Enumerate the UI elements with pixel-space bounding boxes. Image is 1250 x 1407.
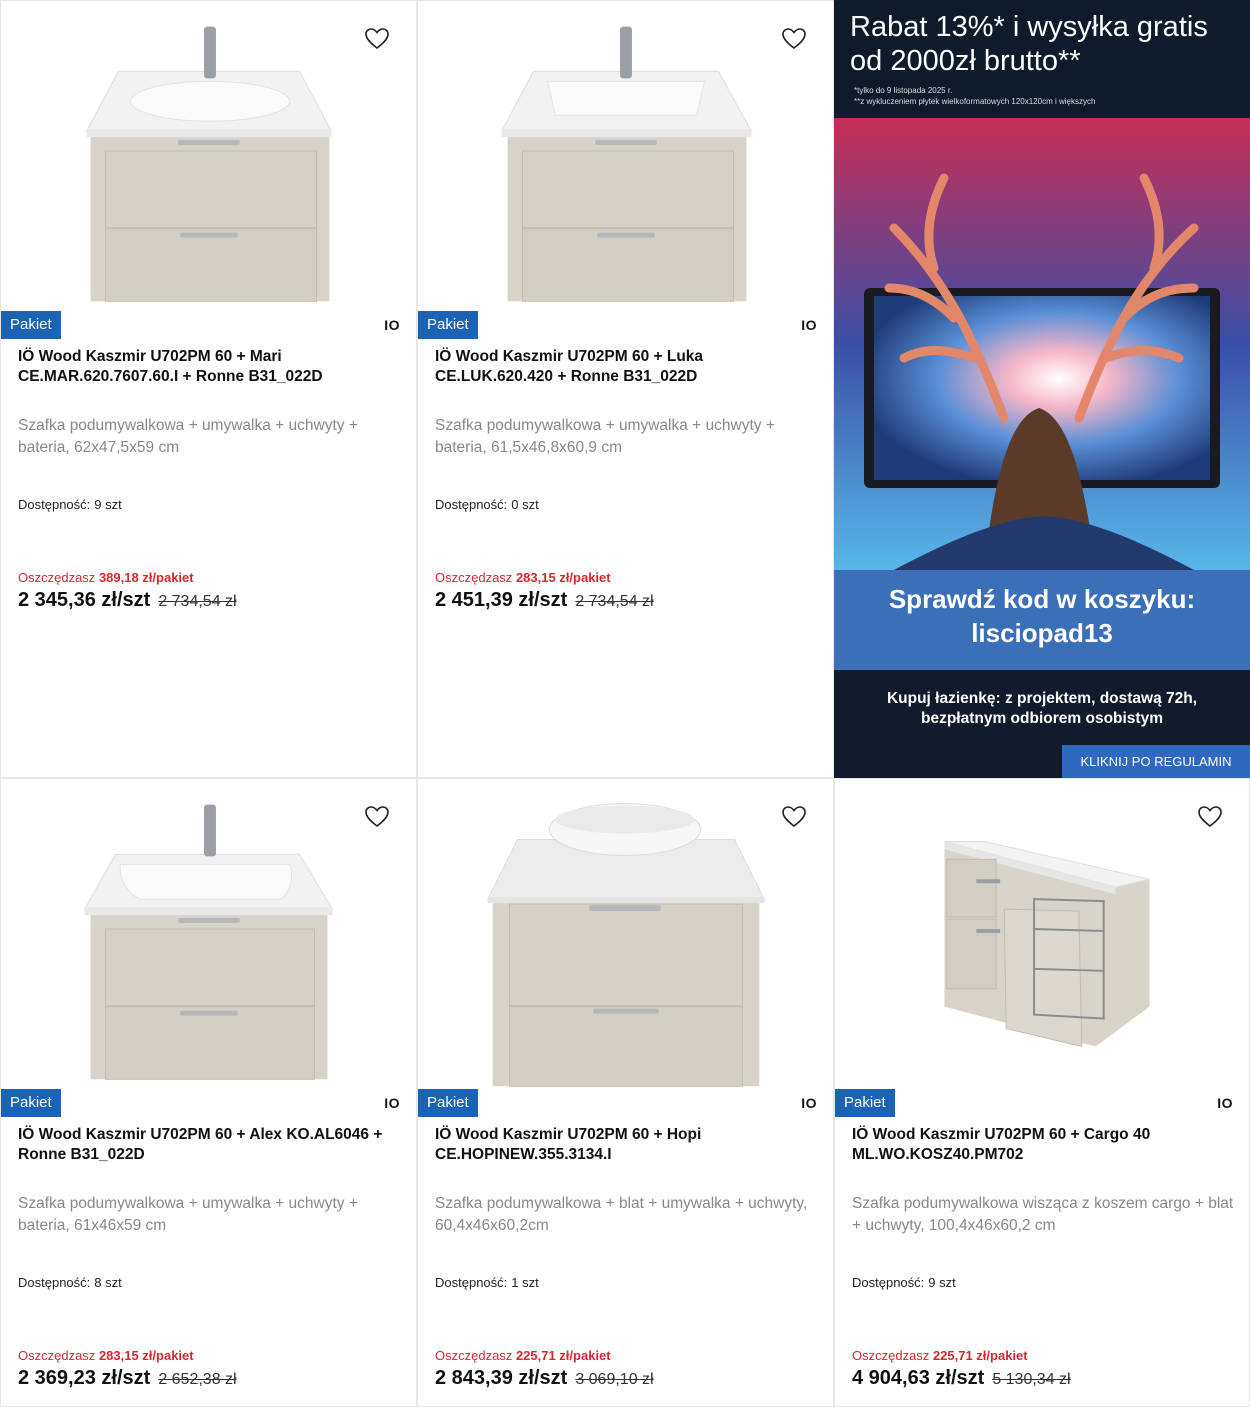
product-title[interactable]: IÖ Wood Kaszmir U702PM 60 + Luka CE.LUK.… <box>435 347 815 387</box>
availability-value: 1 szt <box>511 1275 539 1290</box>
availability: Dostępność: 1 szt <box>435 1275 539 1290</box>
product-description: Szafka podumywalkowa wisząca z koszem ca… <box>852 1195 1234 1234</box>
heart-icon[interactable] <box>364 27 390 51</box>
brand-logo: IO <box>801 1095 817 1111</box>
product-card[interactable]: Pakiet IO IÖ Wood Kaszmir U702PM 60 + Lu… <box>417 0 834 778</box>
availability: Dostępność: 8 szt <box>18 1275 122 1290</box>
savings: Oszczędzasz 225,71 zł/pakiet <box>435 1348 611 1363</box>
price: 2 843,39 zł/szt 3 069,10 zł <box>435 1367 654 1390</box>
banner-tagline: bezpłatnym odbiorem osobistym <box>920 710 1163 727</box>
old-price: 2 734,54 zł <box>158 593 237 610</box>
current-price: 2 843,39 zł/szt <box>435 1367 568 1389</box>
brand-logo: IO <box>384 317 400 333</box>
package-badge: Pakiet <box>418 311 478 339</box>
banner-code: lisciopad13 <box>971 618 1113 648</box>
savings: Oszczędzasz 225,71 zł/pakiet <box>852 1348 1028 1363</box>
product-title[interactable]: IÖ Wood Kaszmir U702PM 60 + Alex KO.AL60… <box>18 1125 398 1165</box>
product-grid: Pakiet IO IÖ Wood Kaszmir U702PM 60 + Ma… <box>0 0 1250 1407</box>
product-card[interactable]: Pakiet IO IÖ Wood Kaszmir U702PM 60 + Ma… <box>0 0 417 778</box>
savings-label: Oszczędzasz <box>18 1348 96 1363</box>
availability-label: Dostępność: <box>435 497 508 512</box>
savings-label: Oszczędzasz <box>852 1348 930 1363</box>
availability-value: 8 szt <box>94 1275 122 1290</box>
price: 4 904,63 zł/szt 5 130,34 zł <box>852 1367 1071 1390</box>
old-price: 2 734,54 zł <box>575 593 654 610</box>
savings-label: Oszczędzasz <box>18 570 96 585</box>
savings: Oszczędzasz 283,15 zł/pakiet <box>18 1348 194 1363</box>
heart-icon[interactable] <box>781 27 807 51</box>
product-description: Szafka podumywalkowa + umywalka + uchwyt… <box>18 1195 358 1234</box>
product-image[interactable] <box>1 1 416 309</box>
current-price: 2 369,23 zł/szt <box>18 1367 151 1389</box>
banner-code-label: Sprawdź kod w koszyku: <box>888 584 1196 614</box>
brand-logo: IO <box>1217 1095 1233 1111</box>
availability: Dostępność: 9 szt <box>18 497 122 512</box>
product-card[interactable]: Pakiet IO IÖ Wood Kaszmir U702PM 60 + Ca… <box>834 778 1250 1407</box>
product-description: Szafka podumywalkowa + blat + umywalka +… <box>435 1195 808 1234</box>
availability-label: Dostępność: <box>18 1275 91 1290</box>
product-image[interactable] <box>418 1 833 309</box>
savings-value: 225,71 zł/pakiet <box>515 1348 611 1363</box>
current-price: 2 451,39 zł/szt <box>435 589 568 611</box>
brand-logo: IO <box>384 1095 400 1111</box>
banner-tagline: Kupuj łazienkę: z projektem, dostawą 72h… <box>886 690 1198 707</box>
heart-icon[interactable] <box>1197 805 1223 829</box>
product-card[interactable]: Pakiet IO IÖ Wood Kaszmir U702PM 60 + Ho… <box>417 778 834 1407</box>
availability: Dostępność: 9 szt <box>852 1275 956 1290</box>
promo-banner[interactable]: Rabat 13%* i wysyłka gratis od 2000zł br… <box>834 0 1250 778</box>
availability-value: 0 szt <box>511 497 539 512</box>
savings-label: Oszczędzasz <box>435 1348 513 1363</box>
banner-headline: Rabat 13%* i wysyłka gratis od 2000zł br… <box>850 11 1208 77</box>
savings-value: 389,18 zł/pakiet <box>98 570 194 585</box>
banner-image <box>834 118 1250 570</box>
availability-label: Dostępność: <box>18 497 91 512</box>
price: 2 451,39 zł/szt 2 734,54 zł <box>435 589 654 612</box>
product-title[interactable]: IÖ Wood Kaszmir U702PM 60 + Hopi CE.HOPI… <box>435 1125 815 1165</box>
old-price: 2 652,38 zł <box>158 1371 237 1388</box>
savings-label: Oszczędzasz <box>435 570 513 585</box>
heart-icon[interactable] <box>781 805 807 829</box>
product-title[interactable]: IÖ Wood Kaszmir U702PM 60 + Mari CE.MAR.… <box>18 347 398 387</box>
old-price: 3 069,10 zł <box>575 1371 654 1388</box>
availability: Dostępność: 0 szt <box>435 497 539 512</box>
price: 2 369,23 zł/szt 2 652,38 zł <box>18 1367 237 1390</box>
product-title[interactable]: IÖ Wood Kaszmir U702PM 60 + Cargo 40 ML.… <box>852 1125 1232 1165</box>
product-description: Szafka podumywalkowa + umywalka + uchwyt… <box>18 417 358 456</box>
savings-value: 283,15 zł/pakiet <box>515 570 611 585</box>
price: 2 345,36 zł/szt 2 734,54 zł <box>18 589 237 612</box>
availability-label: Dostępność: <box>435 1275 508 1290</box>
product-image[interactable] <box>835 779 1249 1087</box>
package-badge: Pakiet <box>1 311 61 339</box>
product-card[interactable]: Pakiet IO IÖ Wood Kaszmir U702PM 60 + Al… <box>0 778 417 1407</box>
brand-logo: IO <box>801 317 817 333</box>
package-badge: Pakiet <box>835 1089 895 1117</box>
banner-note: *tylko do 9 listopada 2025 r. <box>854 86 953 95</box>
old-price: 5 130,34 zł <box>992 1371 1071 1388</box>
savings: Oszczędzasz 389,18 zł/pakiet <box>18 570 194 585</box>
savings-value: 283,15 zł/pakiet <box>98 1348 194 1363</box>
current-price: 2 345,36 zł/szt <box>18 589 151 611</box>
banner-terms-button[interactable]: KLIKNIJ PO REGULAMIN <box>1062 745 1250 778</box>
package-badge: Pakiet <box>418 1089 478 1117</box>
current-price: 4 904,63 zł/szt <box>852 1367 985 1389</box>
savings-value: 225,71 zł/pakiet <box>932 1348 1028 1363</box>
banner-note: **z wykluczeniem płytek wielkoformatowyc… <box>854 97 1096 106</box>
availability-label: Dostępność: <box>852 1275 925 1290</box>
package-badge: Pakiet <box>1 1089 61 1117</box>
availability-value: 9 szt <box>928 1275 956 1290</box>
heart-icon[interactable] <box>364 805 390 829</box>
product-description: Szafka podumywalkowa + umywalka + uchwyt… <box>435 417 775 456</box>
product-image[interactable] <box>1 779 416 1087</box>
availability-value: 9 szt <box>94 497 122 512</box>
savings: Oszczędzasz 283,15 zł/pakiet <box>435 570 611 585</box>
product-image[interactable] <box>418 779 833 1087</box>
